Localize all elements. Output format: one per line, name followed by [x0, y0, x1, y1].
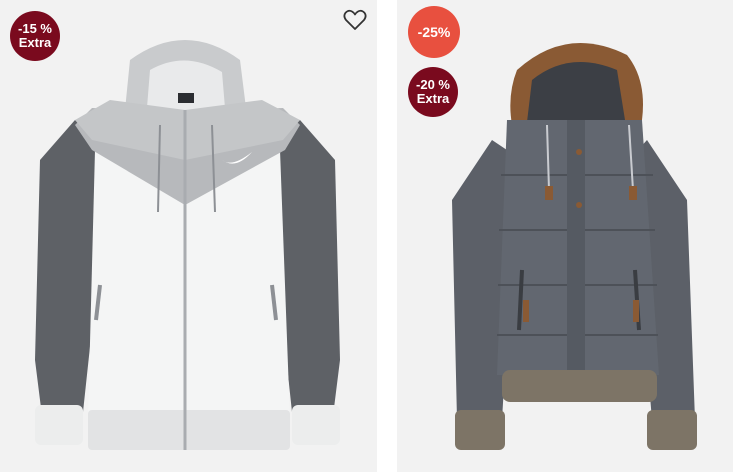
product-card-windbreaker[interactable]: -15 % Extra [0, 0, 377, 472]
sale-discount-badge: -25% [408, 6, 460, 58]
badge-line-1: -25% [417, 24, 451, 40]
badge-line-1: -15 % [18, 21, 52, 36]
badge-line-2: Extra [18, 35, 52, 50]
product-card-winter-jacket[interactable]: -25% -20 % Extra [397, 0, 733, 472]
badge-line-1: -20 % [416, 77, 450, 92]
extra-discount-badge: -15 % Extra [10, 11, 60, 61]
heart-outline-icon [343, 9, 367, 30]
product-image-windbreaker[interactable] [0, 0, 377, 472]
wishlist-heart-button[interactable] [342, 8, 368, 32]
product-grid: -15 % Extra -25% -20 % Extra [0, 0, 733, 472]
badge-line-2: Extra [416, 91, 450, 106]
extra-discount-badge: -20 % Extra [408, 67, 458, 117]
